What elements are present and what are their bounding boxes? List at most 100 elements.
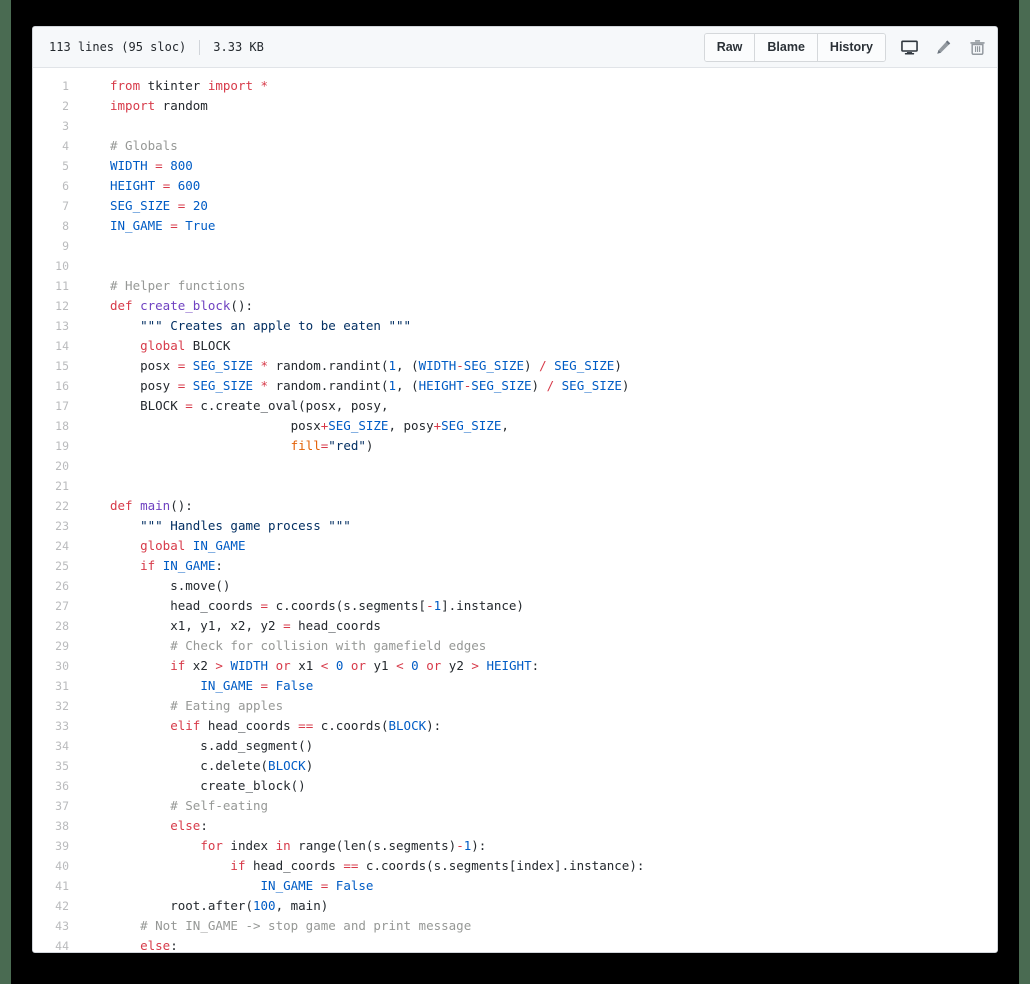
code-line: 43 # Not IN_GAME -> stop game and print … (33, 916, 997, 936)
line-number[interactable]: 17 (33, 396, 79, 416)
line-number[interactable]: 22 (33, 496, 79, 516)
line-number[interactable]: 35 (33, 756, 79, 776)
line-number[interactable]: 9 (33, 236, 79, 256)
token-str: """ Handles game process """ (140, 518, 351, 533)
token-const: HEIGHT (486, 658, 532, 673)
code-line: 28 x1, y1, x2, y2 = head_coords (33, 616, 997, 636)
line-number[interactable]: 38 (33, 816, 79, 836)
line-number[interactable]: 19 (33, 436, 79, 456)
line-number[interactable]: 36 (33, 776, 79, 796)
token-pln (328, 878, 336, 893)
line-number[interactable]: 28 (33, 616, 79, 636)
token-const: BLOCK (268, 758, 306, 773)
line-number[interactable]: 18 (33, 416, 79, 436)
line-number[interactable]: 5 (33, 156, 79, 176)
token-pln (110, 638, 170, 653)
line-number[interactable]: 26 (33, 576, 79, 596)
token-pln (155, 558, 163, 573)
line-number[interactable]: 42 (33, 896, 79, 916)
line-number[interactable]: 43 (33, 916, 79, 936)
token-num: False (275, 678, 314, 693)
token-pln (185, 538, 193, 553)
code-line: 9 (33, 236, 997, 256)
line-number[interactable]: 31 (33, 676, 79, 696)
line-number[interactable]: 6 (33, 176, 79, 196)
token-pln (554, 378, 562, 393)
line-number[interactable]: 23 (33, 516, 79, 536)
line-number[interactable]: 2 (33, 96, 79, 116)
line-number[interactable]: 21 (33, 476, 79, 496)
code-line: 6 HEIGHT = 600 (33, 176, 997, 196)
code-line: 3 (33, 116, 997, 136)
code-blob[interactable]: 1 from tkinter import * 2 import random 3 4 # … (33, 68, 997, 952)
token-pln (110, 798, 170, 813)
code-line: 40 if head_coords == c.coords(s.segments… (33, 856, 997, 876)
line-number[interactable]: 15 (33, 356, 79, 376)
raw-button[interactable]: Raw (704, 33, 756, 61)
token-pln: c.coords( (313, 718, 389, 733)
token-pln (110, 558, 140, 573)
token-pln (133, 498, 141, 513)
token-kw: if (230, 858, 246, 873)
token-op: - (456, 358, 464, 373)
token-pln (110, 878, 261, 893)
token-pln: BLOCK (110, 398, 186, 413)
line-number[interactable]: 29 (33, 636, 79, 656)
line-number[interactable]: 41 (33, 876, 79, 896)
line-number[interactable]: 10 (33, 256, 79, 276)
line-number[interactable]: 27 (33, 596, 79, 616)
line-number[interactable]: 32 (33, 696, 79, 716)
line-number[interactable]: 11 (33, 276, 79, 296)
file-actions-button-group: Raw Blame History (703, 32, 886, 62)
line-content: # Eating apples (79, 696, 283, 716)
line-number[interactable]: 33 (33, 716, 79, 736)
line-number[interactable]: 39 (33, 836, 79, 856)
token-pln (110, 538, 140, 553)
line-content: """ Creates an apple to be eaten """ (79, 316, 411, 336)
line-number[interactable]: 25 (33, 556, 79, 576)
line-number[interactable]: 34 (33, 736, 79, 756)
token-const: IN_GAME (110, 218, 163, 233)
blame-button[interactable]: Blame (755, 33, 818, 61)
line-number[interactable]: 14 (33, 336, 79, 356)
line-content: else: (79, 816, 208, 836)
line-number[interactable]: 44 (33, 936, 79, 952)
token-pln (328, 658, 336, 673)
line-number[interactable]: 16 (33, 376, 79, 396)
line-content: WIDTH = 800 (79, 156, 193, 176)
line-number[interactable]: 8 (33, 216, 79, 236)
line-number[interactable]: 3 (33, 116, 79, 136)
line-number[interactable]: 4 (33, 136, 79, 156)
line-number[interactable]: 40 (33, 856, 79, 876)
token-const: SEG_SIZE (471, 378, 532, 393)
line-content: for index in range(len(s.segments)-1): (79, 836, 486, 856)
token-pln: create_block() (110, 778, 306, 793)
history-button[interactable]: History (817, 33, 885, 61)
token-pln (110, 818, 170, 833)
token-pln: ].instance) (441, 598, 524, 613)
line-number[interactable]: 13 (33, 316, 79, 336)
token-pln: tkinter (140, 78, 208, 93)
code-line: 21 (33, 476, 997, 496)
token-pln (110, 318, 140, 333)
code-line: 14 global BLOCK (33, 336, 997, 356)
token-op: - (426, 598, 434, 613)
file-line-count: 113 lines (95 sloc) (49, 40, 187, 54)
token-com: # Helper functions (110, 278, 246, 293)
line-number[interactable]: 1 (33, 76, 79, 96)
line-number[interactable]: 12 (33, 296, 79, 316)
token-fn: create_block (140, 298, 231, 313)
token-com: # Globals (110, 138, 178, 153)
pencil-icon[interactable] (934, 38, 953, 57)
line-number[interactable]: 37 (33, 796, 79, 816)
line-number[interactable]: 20 (33, 456, 79, 476)
desktop-icon[interactable] (900, 38, 919, 57)
token-const: BLOCK (388, 718, 427, 733)
line-number[interactable]: 24 (33, 536, 79, 556)
token-pln (110, 858, 230, 873)
line-number[interactable]: 7 (33, 196, 79, 216)
token-num: 1 (388, 358, 397, 373)
trash-icon[interactable] (968, 38, 987, 57)
line-number[interactable]: 30 (33, 656, 79, 676)
token-pln: (): (230, 298, 253, 313)
